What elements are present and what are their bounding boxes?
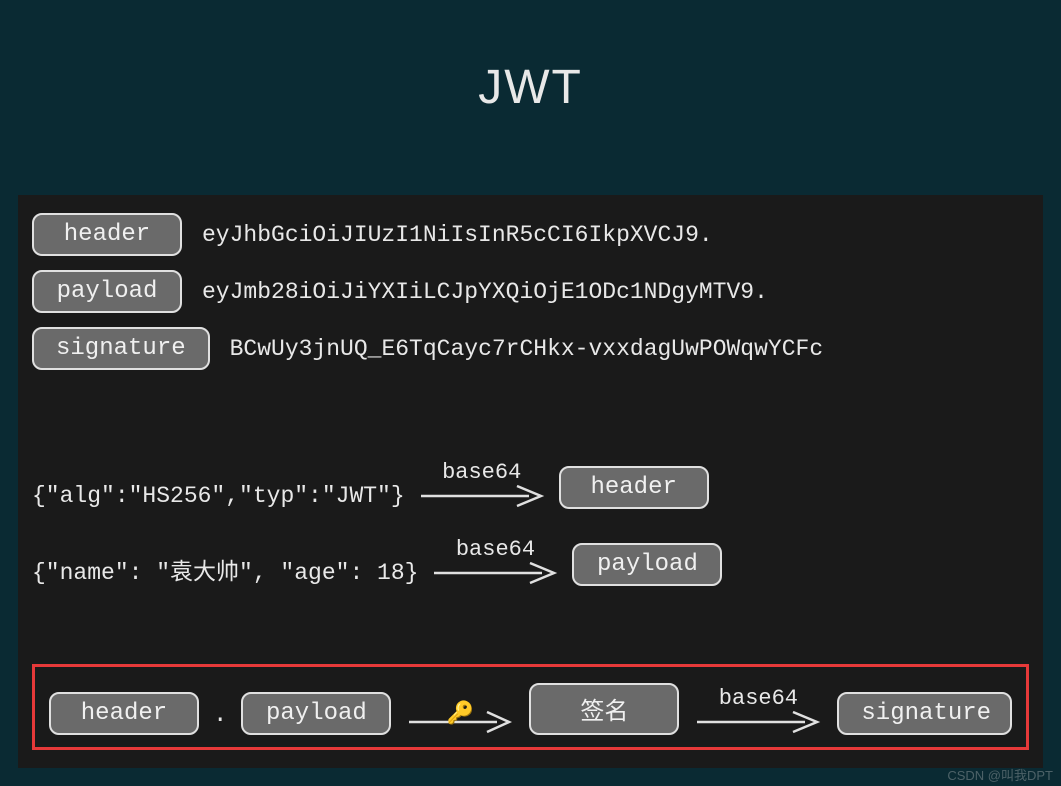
arrow-label-2: base64 <box>456 537 535 562</box>
slide: JWT header eyJhbGciOiJIUzI1NiIsInR5cCI6I… <box>0 0 1061 786</box>
payload-encoded: eyJmb28iOiJiYXIiLCJpYXQiOjE1ODc1NDgyMTV9… <box>202 279 768 305</box>
arrow-icon <box>693 709 823 735</box>
sign-header-pill: header <box>49 692 199 735</box>
sign-payload-pill: payload <box>241 692 391 735</box>
signature-row: signature BCwUy3jnUQ_E6TqCayc7rCHkx-vxxd… <box>32 327 1029 370</box>
payload-row: payload eyJmb28iOiJiYXIiLCJpYXQiOjE1ODc1… <box>32 270 1029 313</box>
header-result-pill: header <box>559 466 709 509</box>
header-encoded: eyJhbGciOiJIUzI1NiIsInR5cCI6IkpXVCJ9. <box>202 222 713 248</box>
arrow-icon <box>430 560 560 586</box>
payload-result-pill: payload <box>572 543 722 586</box>
signature-encoded: BCwUy3jnUQ_E6TqCayc7rCHkx-vxxdagUwPOWqwY… <box>230 336 824 362</box>
header-decode-row: {"alg":"HS256","typ":"JWT"} base64 heade… <box>32 460 1029 509</box>
arrow-payload: base64 <box>430 537 560 586</box>
arrow-base64-sign: base64 <box>693 686 823 735</box>
sign-signature-pill: signature <box>837 692 1012 735</box>
slide-title: JWT <box>0 0 1061 115</box>
arrow-key: 🔑 <box>405 709 515 735</box>
content-panel: header eyJhbGciOiJIUzI1NiIsInR5cCI6IkpXV… <box>18 195 1043 768</box>
key-icon: 🔑 <box>447 701 474 727</box>
payload-pill: payload <box>32 270 182 313</box>
payload-decode-row: {"name": "袁大帅", "age": 18} base64 payloa… <box>32 537 1029 586</box>
separator-dot: . <box>213 702 227 735</box>
arrow-header: base64 <box>417 460 547 509</box>
arrow-icon <box>417 483 547 509</box>
arrow-label-3: base64 <box>719 686 798 711</box>
signature-pill: signature <box>32 327 210 370</box>
signing-box: header . payload 🔑 签名 base64 signature <box>32 664 1029 750</box>
payload-json: {"name": "袁大帅", "age": 18} <box>32 552 418 586</box>
header-row: header eyJhbGciOiJIUzI1NiIsInR5cCI6IkpXV… <box>32 213 1029 256</box>
header-pill: header <box>32 213 182 256</box>
watermark: CSDN @叫我DPT <box>947 765 1053 784</box>
header-json: {"alg":"HS256","typ":"JWT"} <box>32 483 405 509</box>
arrow-label-1: base64 <box>442 460 521 485</box>
sign-cn-pill: 签名 <box>529 683 679 735</box>
